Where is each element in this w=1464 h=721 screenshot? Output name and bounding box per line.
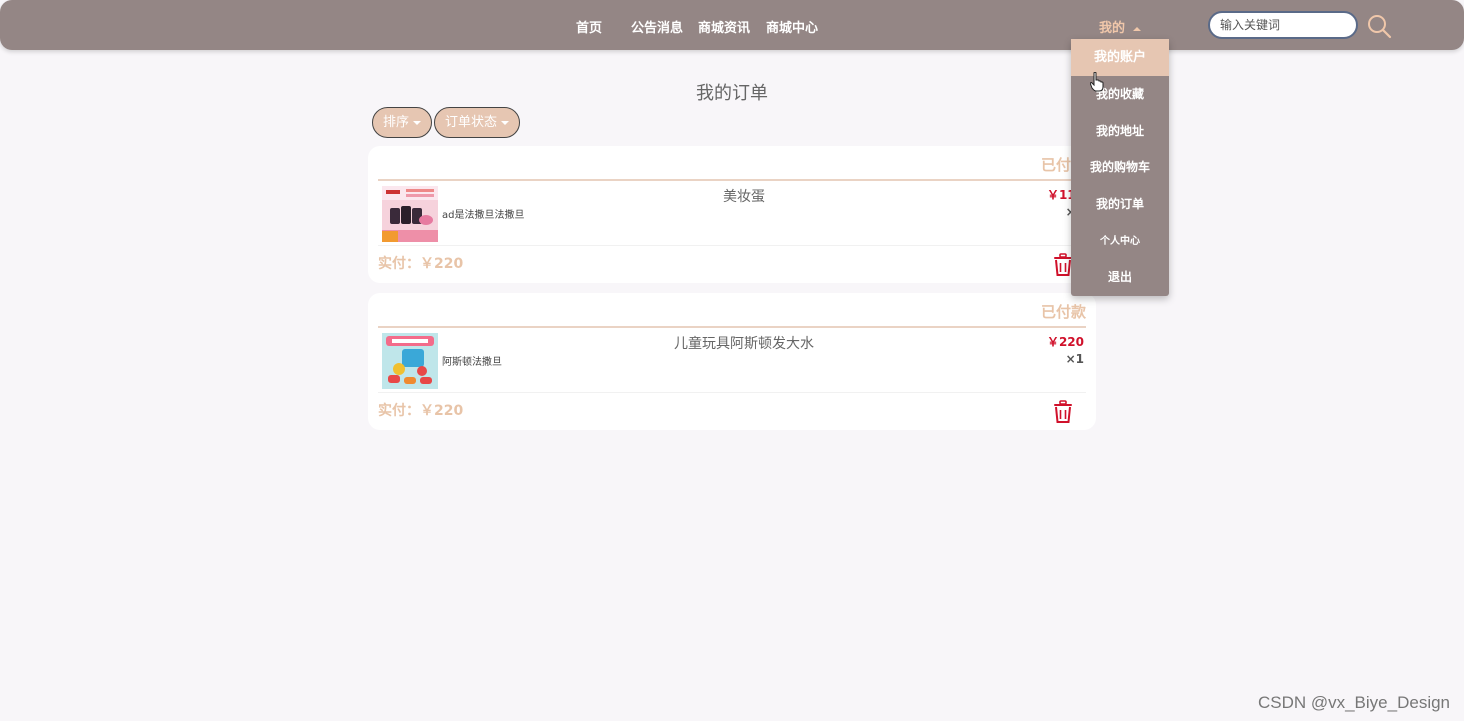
caret-down-icon <box>413 120 422 125</box>
order-status: 已付款 <box>1040 303 1086 321</box>
divider <box>378 326 1086 328</box>
dropdown-item-cart[interactable]: 我的购物车 <box>1071 149 1169 186</box>
paid-amount: ￥220 <box>420 256 464 272</box>
paid-label: 实付： <box>378 256 420 272</box>
paid-total: 实付：￥220 <box>378 400 463 420</box>
dropdown-item-address[interactable]: 我的地址 <box>1071 113 1169 150</box>
dropdown-item-favorites[interactable]: 我的收藏 <box>1071 76 1169 113</box>
divider <box>378 179 1086 181</box>
nav-announcements[interactable]: 公告消息 <box>631 17 683 36</box>
paid-amount: ￥220 <box>420 403 464 419</box>
order-status-dropdown-button[interactable]: 订单状态 <box>434 107 521 138</box>
divider <box>378 392 1086 393</box>
top-navbar: 首页 公告消息 商城资讯 商城中心 我的 <box>0 0 1464 50</box>
user-menu-toggle[interactable]: 我的 <box>1099 17 1142 36</box>
product-price: ￥220 <box>1046 335 1084 349</box>
product-name[interactable]: 儿童玩具阿斯顿发大水 <box>368 333 1120 353</box>
sort-dropdown-button[interactable]: 排序 <box>372 107 433 138</box>
product-description: ad是法撒旦法撒旦 <box>442 210 525 221</box>
caret-up-icon <box>1133 26 1142 31</box>
order-card: 已付款 美妆蛋 ad是法撒旦法撒旦 ￥110 ×2 实付：￥220 <box>368 146 1096 283</box>
product-name[interactable]: 美妆蛋 <box>368 186 1120 206</box>
order-card: 已付款 儿童玩具阿斯顿发大水 阿斯顿法撒旦 ￥220 ×1 实付：￥220 <box>368 293 1096 430</box>
user-menu-label: 我的 <box>1099 21 1126 36</box>
trash-icon[interactable] <box>1052 400 1074 424</box>
nav-home[interactable]: 首页 <box>576 17 602 36</box>
search-icon[interactable] <box>1366 13 1392 39</box>
nav-mall-center[interactable]: 商城中心 <box>766 17 818 36</box>
order-status-label: 订单状态 <box>445 115 498 130</box>
dropdown-item-profile[interactable]: 个人中心 <box>1071 223 1169 260</box>
dropdown-item-orders[interactable]: 我的订单 <box>1071 186 1169 223</box>
dropdown-item-logout[interactable]: 退出 <box>1071 259 1169 296</box>
caret-down-icon <box>501 120 510 125</box>
paid-label: 实付： <box>378 403 420 419</box>
sort-label: 排序 <box>383 115 410 130</box>
paid-total: 实付：￥220 <box>378 253 463 273</box>
user-dropdown-menu: 我的账户 我的收藏 我的地址 我的购物车 我的订单 个人中心 退出 <box>1071 39 1169 296</box>
dropdown-item-account[interactable]: 我的账户 <box>1071 39 1169 76</box>
watermark: CSDN @vx_Biye_Design <box>1257 693 1450 712</box>
divider <box>378 245 1086 246</box>
nav-mall-news[interactable]: 商城资讯 <box>698 17 750 36</box>
product-quantity: ×1 <box>1065 352 1084 366</box>
search-input[interactable] <box>1208 11 1358 39</box>
hand-cursor-icon <box>1090 72 1104 92</box>
page-title: 我的订单 <box>696 83 768 104</box>
product-description: 阿斯顿法撒旦 <box>442 357 502 368</box>
